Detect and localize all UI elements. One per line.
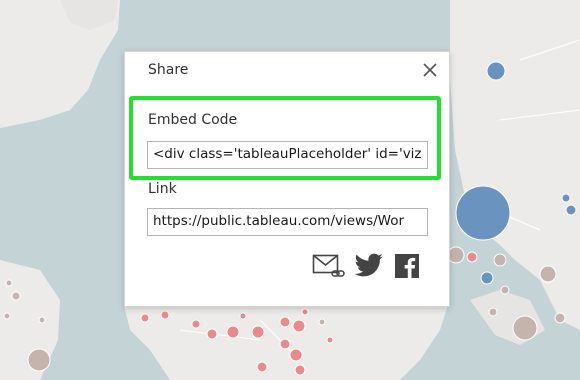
close-icon[interactable] — [422, 62, 438, 78]
bubble-russia — [486, 61, 506, 81]
embed-code-field[interactable]: <div class='tableauPlaceholder' id='viz — [147, 141, 428, 169]
twitter-icon[interactable] — [354, 253, 384, 279]
email-icon[interactable] — [312, 253, 346, 279]
bubble-china — [455, 185, 511, 241]
link-field[interactable]: https://public.tableau.com/views/Wor — [147, 208, 428, 236]
close-button[interactable] — [418, 58, 442, 82]
link-label: Link — [148, 181, 177, 197]
facebook-icon[interactable] — [394, 253, 420, 279]
share-dialog: Share Embed Code <div class='tableauPlac… — [124, 51, 450, 307]
dialog-title: Share — [148, 62, 189, 78]
embed-code-label: Embed Code — [148, 112, 238, 128]
